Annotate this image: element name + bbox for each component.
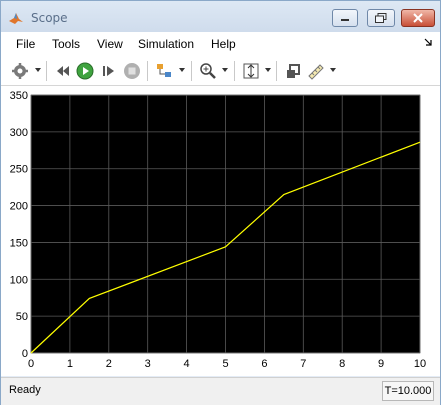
x-tick-label: 4 <box>184 358 190 370</box>
autoscale-dropdown-icon[interactable] <box>265 68 271 72</box>
autoscale-icon <box>243 63 259 79</box>
x-tick-label: 7 <box>300 358 306 370</box>
step-forward-icon <box>103 66 114 76</box>
stop-button[interactable] <box>122 61 142 81</box>
x-tick-label: 0 <box>28 358 34 370</box>
zoom-in-icon <box>200 63 216 79</box>
dock-arrow-icon[interactable] <box>424 38 432 49</box>
menu-file[interactable]: File <box>16 37 35 51</box>
window-title: Scope <box>31 11 68 25</box>
x-tick-label: 6 <box>261 358 267 370</box>
zoom-in-button[interactable] <box>198 61 218 81</box>
signal-selector-dropdown-icon[interactable] <box>179 68 185 72</box>
x-tick-label: 5 <box>222 358 228 370</box>
maximize-button[interactable] <box>367 9 395 27</box>
zoom-dropdown-icon[interactable] <box>222 68 228 72</box>
y-tick-label: 250 <box>10 164 28 176</box>
step-back-button[interactable] <box>53 61 73 81</box>
y-tick-label: 200 <box>10 201 28 213</box>
x-tick-label: 1 <box>67 358 73 370</box>
simulation-time: T=10.000 <box>382 381 434 401</box>
title-bar[interactable]: Scope <box>1 1 440 32</box>
settings-dropdown-icon[interactable] <box>35 68 41 72</box>
measurements-icon <box>308 64 324 80</box>
menu-tools[interactable]: Tools <box>52 37 80 51</box>
settings-button[interactable] <box>10 61 30 81</box>
menu-view[interactable]: View <box>97 37 123 51</box>
run-icon <box>76 62 94 80</box>
step-back-icon <box>57 66 69 76</box>
signal-selector-icon <box>157 64 171 77</box>
highlight-icon <box>287 64 300 78</box>
close-icon <box>413 13 423 23</box>
step-forward-button[interactable] <box>99 61 119 81</box>
stop-icon <box>124 63 140 79</box>
restore-icon <box>375 13 387 23</box>
toolbar-separator <box>191 61 192 81</box>
menu-bar: File Tools View Simulation Help <box>1 32 440 56</box>
run-button[interactable] <box>75 61 95 81</box>
toolbar-separator <box>147 61 148 81</box>
x-tick-label: 8 <box>339 358 345 370</box>
toolbar-separator <box>276 61 277 81</box>
signal-selector-button[interactable] <box>154 61 174 81</box>
x-tick-label: 10 <box>414 358 426 370</box>
scope-window: Scope File Tools View Simulation Help 0 … <box>0 0 441 405</box>
close-button[interactable] <box>401 9 435 27</box>
scope-plot[interactable]: 0 1 2 3 4 5 6 7 8 9 10050100150200250300350 <box>1 86 440 376</box>
y-tick-label: 300 <box>10 127 28 139</box>
x-tick-label: 9 <box>378 358 384 370</box>
matlab-icon <box>8 10 24 26</box>
highlight-button[interactable] <box>283 61 303 81</box>
toolbar-separator <box>234 61 235 81</box>
y-tick-label: 50 <box>16 311 28 323</box>
y-tick-label: 150 <box>10 237 28 249</box>
toolbar-separator <box>46 61 47 81</box>
x-tick-label: 2 <box>106 358 112 370</box>
measurements-dropdown-icon[interactable] <box>330 68 336 72</box>
autoscale-button[interactable] <box>241 61 261 81</box>
y-tick-label: 350 <box>10 90 28 102</box>
toolbar <box>1 56 440 86</box>
minimize-icon <box>341 19 349 21</box>
status-text: Ready <box>9 384 41 396</box>
y-tick-label: 0 <box>22 348 28 360</box>
menu-simulation[interactable]: Simulation <box>138 37 194 51</box>
x-tick-label: 3 <box>145 358 151 370</box>
measurements-button[interactable] <box>306 61 326 81</box>
minimize-button[interactable] <box>332 9 358 27</box>
menu-help[interactable]: Help <box>211 37 236 51</box>
status-bar: Ready T=10.000 <box>1 377 440 405</box>
plot-area: 0 1 2 3 4 5 6 7 8 9 10 0 50 100 150 200 250 300 350 <box>1 86 440 376</box>
y-tick-label: 100 <box>10 274 28 286</box>
settings-icon <box>12 63 28 79</box>
